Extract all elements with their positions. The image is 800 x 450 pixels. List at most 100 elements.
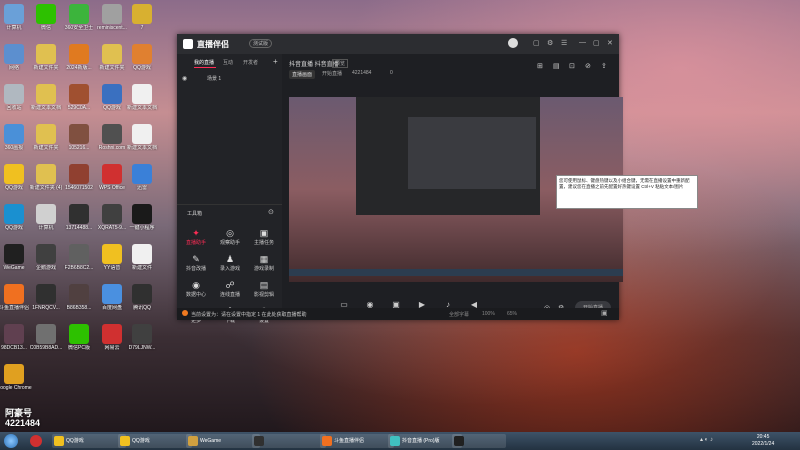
- share-icon[interactable]: ⇪: [601, 62, 607, 70]
- desktop-icon[interactable]: B86B358...: [61, 284, 97, 311]
- desktop-icon[interactable]: 新建文本文档: [124, 84, 160, 111]
- desktop-icon-image: [132, 44, 152, 64]
- tool-3[interactable]: ✎ 抖音改播: [179, 254, 213, 272]
- avatar[interactable]: [508, 38, 518, 48]
- desktop-icon[interactable]: D79LJNW...: [124, 324, 160, 351]
- tab-interaction[interactable]: 互动: [223, 59, 233, 66]
- tool-label: 影视剪辑: [253, 292, 274, 298]
- taskbar-button-2[interactable]: WeGame: [186, 434, 260, 448]
- lock-icon[interactable]: ⊡: [569, 62, 575, 70]
- desktop-icon[interactable]: 1546071502: [61, 164, 97, 191]
- preview-badge[interactable]: 预览: [332, 59, 349, 68]
- menu-icon[interactable]: ☰: [561, 39, 567, 47]
- tool-6[interactable]: ◉ 数据中心: [179, 280, 213, 298]
- desktop-icon[interactable]: 13714488...: [61, 204, 97, 231]
- tool-label: 主播任务: [253, 240, 274, 246]
- tool-icon: ✎: [192, 254, 200, 264]
- tab-my-live[interactable]: 我的直播: [194, 59, 214, 66]
- desktop-icon[interactable]: 新建文件夹: [28, 124, 64, 151]
- desktop-icon[interactable]: 105216...: [61, 124, 97, 151]
- desktop-icon[interactable]: 迅雷: [124, 164, 160, 191]
- start-button-icon[interactable]: [4, 434, 18, 448]
- desktop-icon[interactable]: 企鹅游戏: [28, 244, 64, 271]
- desktop-icon[interactable]: 529C0A...: [61, 84, 97, 111]
- desktop-icon[interactable]: 微信PC版: [61, 324, 97, 351]
- tool-label: 游戏录制: [253, 266, 274, 272]
- desktop-icon-image: [4, 204, 24, 224]
- tool-1[interactable]: ◎ 观察助手: [213, 228, 247, 246]
- netease-taskbar-icon[interactable]: [30, 435, 42, 447]
- desktop-icon-image: [132, 204, 152, 224]
- status-expand-icon[interactable]: ▣: [601, 309, 608, 317]
- desktop-icon-image: [4, 124, 24, 144]
- desktop-icon[interactable]: 微信: [28, 4, 64, 31]
- taskbar-button-4[interactable]: 斗鱼直播伴侣: [320, 434, 394, 448]
- tab-developer[interactable]: 开发者: [243, 59, 258, 66]
- desktop-icon[interactable]: 360安全卫士: [61, 4, 97, 31]
- desktop-icon[interactable]: 新建文件夹: [28, 44, 64, 71]
- taskbar-button-0[interactable]: QQ游戏: [52, 434, 126, 448]
- desktop-icon[interactable]: C0B59B8AD...: [28, 324, 64, 351]
- close-icon[interactable]: ✕: [607, 39, 613, 47]
- desktop-icon-label: 计算机: [38, 225, 54, 231]
- tool-7[interactable]: ☍ 连线直播: [213, 280, 247, 298]
- message-icon[interactable]: ▢: [533, 39, 540, 47]
- version-badge[interactable]: 测试版: [249, 39, 273, 48]
- desktop-icon-image: [36, 324, 56, 344]
- settings-icon[interactable]: ⚙: [547, 39, 553, 47]
- desktop-icon-image: [69, 164, 89, 184]
- desktop-icon-image: [4, 44, 24, 64]
- desktop-icon[interactable]: 计算机: [28, 204, 64, 231]
- tool-label: 连线直播: [219, 292, 240, 298]
- maximize-icon[interactable]: ▢: [593, 39, 600, 47]
- tag-preview[interactable]: 直播画面: [289, 70, 316, 79]
- desktop-icon-image: [4, 364, 24, 384]
- clock[interactable]: 20:45 2022/1/24: [752, 434, 774, 448]
- desktop-icon[interactable]: 7: [124, 4, 160, 31]
- tool-2[interactable]: ▣ 主播任务: [247, 228, 281, 246]
- tool-5[interactable]: ▦ 游戏录制: [247, 254, 281, 272]
- desktop-icon-image: [36, 204, 56, 224]
- tool-icon: ◉: [192, 280, 200, 290]
- taskbar-button-label: QQ游戏: [66, 438, 84, 444]
- desktop-icon[interactable]: 新建文件: [124, 244, 160, 271]
- desktop-icon-image: [102, 324, 122, 344]
- desktop-icon[interactable]: 1FNRQCV...: [28, 284, 64, 311]
- desktop-icon[interactable]: 新建文件夹 (4): [28, 164, 64, 191]
- desktop-icon[interactable]: Google Chrome: [0, 364, 32, 391]
- desktop-icon[interactable]: QQ游戏: [124, 44, 160, 71]
- tool-4[interactable]: ♟ 录入游戏: [213, 254, 247, 272]
- desktop-icon[interactable]: 新建文本文档: [124, 124, 160, 151]
- taskbar-button-label: 斗鱼直播伴侣: [334, 438, 365, 444]
- clock-date: 2022/1/24: [752, 441, 775, 447]
- tool-8[interactable]: ▤ 影视剪辑: [247, 280, 281, 298]
- desktop-icon-label: 新建文本文档: [126, 145, 157, 151]
- desktop-icon[interactable]: 一键小程序: [124, 204, 160, 231]
- desktop-icon[interactable]: F2B6B8C2...: [61, 244, 97, 271]
- desktop-icon-label: 13714488...: [65, 225, 93, 231]
- taskbar-button-6[interactable]: [452, 434, 506, 448]
- desktop-icon-label: 新建文本文档: [126, 105, 157, 111]
- eye-icon[interactable]: ◉: [182, 75, 187, 82]
- desktop-icon-image: [132, 284, 152, 304]
- nested-preview: [408, 117, 536, 189]
- minimize-icon[interactable]: —: [579, 39, 586, 46]
- desktop-icon-label: QQ游戏: [133, 65, 151, 71]
- layout-icon[interactable]: ▤: [553, 62, 560, 70]
- status-text: 当前设置为：请在设置中指定 1 在此处获取直播帮助: [191, 312, 307, 318]
- desktop-icon[interactable]: 2024新版...: [61, 44, 97, 71]
- desktop-icon-label: 新建文件夹 (4): [29, 185, 63, 191]
- tool-0[interactable]: ✦ 直播助手: [179, 228, 213, 246]
- taskbar-button-5[interactable]: 抖音直播 (Pro)版: [388, 434, 462, 448]
- desktop-icon-image: [132, 164, 152, 184]
- record-icon[interactable]: ⊘: [585, 62, 591, 70]
- desktop-icon[interactable]: 腾讯QQ: [124, 284, 160, 311]
- taskbar-button-1[interactable]: QQ游戏: [118, 434, 192, 448]
- desktop-icon[interactable]: 新建文本文档: [28, 84, 64, 111]
- taskbar-button-3[interactable]: [252, 434, 326, 448]
- add-scene-icon[interactable]: +: [273, 57, 278, 66]
- tag-start-live[interactable]: 开始直播: [322, 70, 342, 77]
- collapse-icon[interactable]: ⊙: [268, 208, 274, 216]
- scene-item[interactable]: 场景 1: [207, 75, 221, 82]
- gift-icon[interactable]: ⊞: [537, 62, 543, 70]
